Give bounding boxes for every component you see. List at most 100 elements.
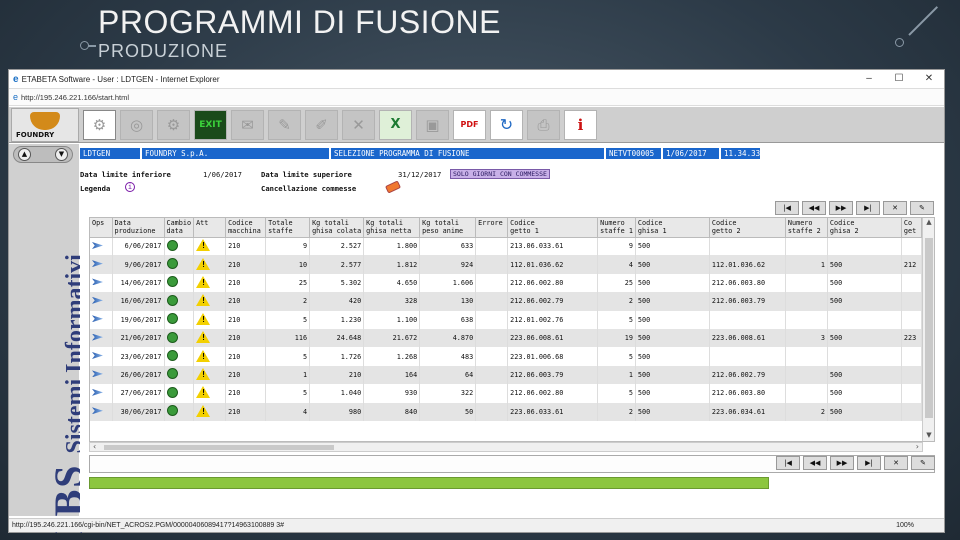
column-header[interactable]: Co get: [901, 218, 922, 238]
change-date-cell[interactable]: [164, 402, 195, 421]
cancel-icon[interactable]: ✕: [342, 109, 375, 140]
upper-date-input[interactable]: 31/12/2017: [398, 170, 441, 179]
excel-export-button[interactable]: X: [379, 109, 412, 140]
select-arrow-icon[interactable]: [92, 296, 103, 304]
warning-icon[interactable]: [196, 386, 211, 399]
warning-icon[interactable]: [196, 331, 211, 344]
select-arrow-icon[interactable]: [92, 260, 103, 268]
next-page-button[interactable]: ▶▶: [830, 456, 854, 470]
change-date-icon[interactable]: [166, 368, 178, 380]
column-header[interactable]: Ops: [90, 218, 113, 238]
select-arrow-icon[interactable]: [92, 278, 103, 286]
edit-button[interactable]: ✎: [911, 456, 935, 470]
change-date-cell[interactable]: [164, 237, 195, 256]
column-header[interactable]: Kg totali peso anime: [419, 218, 477, 238]
first-page-button[interactable]: |◀: [775, 201, 799, 215]
select-arrow-icon[interactable]: [92, 241, 103, 249]
ops-cell[interactable]: [90, 310, 113, 329]
warning-cell[interactable]: [193, 255, 227, 274]
warning-icon[interactable]: [196, 367, 211, 380]
table-row[interactable]: 23/06/201721051.7261.268483223.01.006.68…: [90, 347, 922, 366]
change-date-icon[interactable]: [166, 405, 178, 417]
warning-cell[interactable]: [193, 273, 227, 293]
ops-cell[interactable]: [90, 273, 113, 293]
ops-cell[interactable]: [90, 292, 113, 311]
change-date-icon[interactable]: [166, 313, 178, 325]
zoom-level[interactable]: 100%: [896, 519, 914, 532]
scroll-left-icon[interactable]: ‹: [93, 442, 96, 451]
brush-icon[interactable]: ✐: [305, 109, 338, 140]
next-arrow-icon[interactable]: ▼: [55, 148, 68, 161]
ops-cell[interactable]: [90, 255, 113, 274]
column-header[interactable]: Errore: [475, 218, 509, 238]
tool-button-icon[interactable]: ⚙: [83, 109, 116, 140]
scroll-up-icon[interactable]: ▲: [923, 218, 934, 226]
print-icon[interactable]: ⎙: [527, 109, 560, 140]
lower-date-input[interactable]: 1/06/2017: [203, 170, 242, 179]
refresh-icon[interactable]: ↻: [490, 109, 523, 140]
next-page-button[interactable]: ▶▶: [829, 201, 853, 215]
column-header[interactable]: Numero staffe 2: [785, 218, 828, 238]
select-arrow-icon[interactable]: [92, 370, 103, 378]
address-bar[interactable]: e http://195.246.221.166/start.html: [9, 88, 944, 106]
info-button[interactable]: i: [564, 109, 597, 140]
warning-cell[interactable]: [193, 328, 227, 348]
warning-icon[interactable]: [196, 312, 211, 325]
box-icon[interactable]: ▣: [416, 109, 449, 140]
select-arrow-icon[interactable]: [92, 315, 103, 323]
select-arrow-icon[interactable]: [92, 333, 103, 341]
gear-icon[interactable]: ⚙: [157, 109, 190, 140]
change-date-cell[interactable]: [164, 273, 195, 293]
only-orders-button[interactable]: SOLO GIORNI CON COMMESSE: [450, 169, 550, 179]
horizontal-scrollbar[interactable]: ‹ ›: [89, 442, 923, 452]
column-header[interactable]: Codice macchina: [225, 218, 267, 238]
change-date-icon[interactable]: [166, 276, 178, 288]
table-row[interactable]: 26/06/2017210121016464212.06.003.7915002…: [90, 365, 922, 385]
warning-cell[interactable]: [193, 384, 227, 403]
last-page-button[interactable]: ▶|: [857, 456, 881, 470]
warning-icon[interactable]: [196, 404, 211, 417]
legend-info-icon[interactable]: i: [125, 182, 135, 192]
warning-cell[interactable]: [193, 365, 227, 385]
warning-cell[interactable]: [193, 292, 227, 311]
change-date-cell[interactable]: [164, 328, 195, 348]
warning-cell[interactable]: [193, 310, 227, 329]
column-header[interactable]: Codice getto 2: [709, 218, 786, 238]
address-url[interactable]: http://195.246.221.166/start.html: [21, 93, 129, 102]
change-date-cell[interactable]: [164, 255, 195, 274]
scroll-right-icon[interactable]: ›: [916, 442, 919, 451]
first-page-button[interactable]: |◀: [776, 456, 800, 470]
change-date-icon[interactable]: [166, 239, 178, 251]
change-date-icon[interactable]: [166, 258, 178, 270]
prev-page-button[interactable]: ◀◀: [802, 201, 826, 215]
clear-button[interactable]: ✕: [883, 201, 907, 215]
warning-icon[interactable]: [196, 239, 211, 252]
close-button[interactable]: ✕: [914, 70, 944, 88]
column-header[interactable]: Codice getto 1: [507, 218, 599, 238]
pdf-export-button[interactable]: PDF: [453, 109, 486, 140]
warning-icon[interactable]: [196, 349, 211, 362]
ops-cell[interactable]: [90, 347, 113, 366]
warning-cell[interactable]: [193, 402, 227, 421]
change-date-icon[interactable]: [166, 350, 178, 362]
table-row[interactable]: 9/06/2017 210102.5771.812924 112.01.036.62…: [90, 255, 922, 274]
ops-cell[interactable]: [90, 402, 113, 421]
maximize-button[interactable]: ☐: [884, 70, 914, 88]
change-date-icon[interactable]: [166, 294, 178, 306]
table-row[interactable]: 21/06/2017 21011624.64821.6724.870 223.06.…: [90, 328, 922, 348]
select-arrow-icon[interactable]: [92, 388, 103, 396]
ops-cell[interactable]: [90, 365, 113, 385]
change-date-cell[interactable]: [164, 292, 195, 311]
change-date-cell[interactable]: [164, 365, 195, 385]
ops-cell[interactable]: [90, 237, 113, 256]
change-date-cell[interactable]: [164, 310, 195, 329]
column-header[interactable]: Codice ghisa 2: [827, 218, 902, 238]
column-header[interactable]: Numero staffe 1: [597, 218, 636, 238]
table-row[interactable]: 16/06/20172102420328130212.06.002.792500…: [90, 292, 922, 311]
column-header[interactable]: Kg totali ghisa netta: [363, 218, 421, 238]
previous-arrow-icon[interactable]: ▲: [18, 148, 31, 161]
warning-cell[interactable]: [193, 347, 227, 366]
ops-cell[interactable]: [90, 384, 113, 403]
disc-icon[interactable]: ◎: [120, 109, 153, 140]
prev-page-button[interactable]: ◀◀: [803, 456, 827, 470]
